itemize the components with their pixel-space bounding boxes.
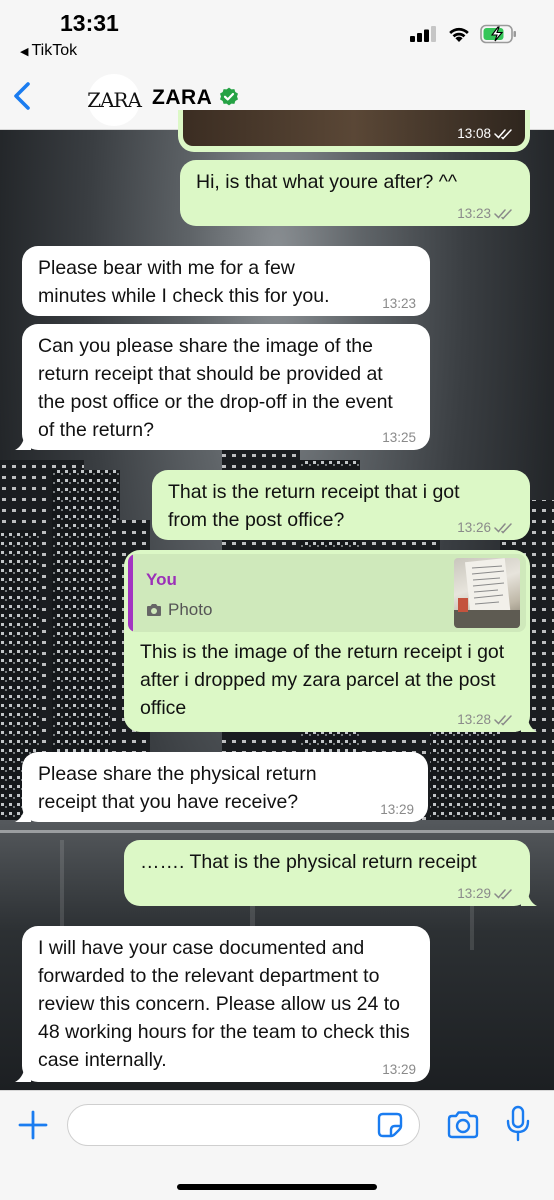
battery-charging-icon [480, 24, 516, 44]
bubble-tail [521, 716, 537, 732]
bubble-tail [521, 890, 537, 906]
message-time: 13:29 [457, 886, 514, 902]
message-text: Please bear with me for a few minutes wh… [38, 257, 330, 307]
message-bubble-image[interactable]: 13:08 [178, 110, 530, 152]
wifi-icon [449, 27, 469, 42]
message-bubble-incoming[interactable]: Can you please share the image of the re… [15, 324, 430, 450]
quoted-reply[interactable]: You Photo [128, 554, 526, 632]
quoted-photo-thumbnail [454, 558, 520, 628]
message-text: I will have your case documented and for… [38, 937, 410, 1071]
bubble-tail [15, 806, 31, 822]
message-time: 13:23 [382, 296, 416, 311]
bubble-tail [15, 1066, 31, 1082]
camera-icon[interactable] [446, 1109, 480, 1141]
quoted-author: You [146, 570, 177, 589]
message-bubble-outgoing[interactable]: ……. That is the physical return receipt … [124, 840, 537, 906]
camera-icon [147, 604, 161, 616]
back-to-app-link[interactable]: ◀ TikTok [20, 42, 77, 60]
sticker-icon[interactable] [376, 1111, 404, 1139]
message-text: That is the return receipt that i got fr… [168, 481, 460, 531]
back-triangle-icon: ◀ [20, 46, 29, 58]
quoted-kind-label: Photo [168, 600, 213, 619]
message-time: 13:29 [382, 1062, 416, 1077]
message-text: ……. That is the physical return receipt [140, 851, 477, 873]
plus-icon[interactable] [17, 1109, 49, 1141]
message-time: 13:08 [457, 126, 514, 142]
message-text: This is the image of the return receipt … [140, 641, 505, 719]
message-bubble-outgoing[interactable]: That is the return receipt that i got fr… [152, 470, 530, 540]
contact-avatar[interactable]: ZARA [87, 74, 142, 126]
bubble-tail [15, 434, 31, 450]
verified-badge-icon [220, 87, 238, 106]
message-input[interactable] [67, 1104, 420, 1146]
double-check-icon [494, 889, 512, 900]
quoted-kind: Photo [146, 596, 212, 624]
message-text: Can you please share the image of the re… [38, 335, 393, 441]
message-time: 13:29 [380, 802, 414, 817]
message-bubble-outgoing-reply[interactable]: You Photo This is the image of the retur… [124, 550, 537, 732]
double-check-icon [494, 715, 512, 726]
double-check-icon [494, 209, 512, 220]
message-bubble-outgoing[interactable]: Hi, is that what youre after? ^^ 13:23 [180, 160, 530, 226]
double-check-icon [494, 523, 512, 534]
message-bubble-incoming[interactable]: Please bear with me for a few minutes wh… [22, 246, 430, 316]
cellular-signal-icon [410, 26, 436, 42]
back-app-label: TikTok [31, 42, 78, 59]
status-time: 13:31 [60, 10, 119, 36]
message-text: Please share the physical return receipt… [38, 763, 317, 813]
double-check-icon [494, 129, 512, 140]
quote-bar [128, 554, 133, 632]
message-time: 13:23 [457, 206, 514, 222]
back-chevron-icon[interactable] [8, 78, 38, 114]
home-indicator[interactable] [177, 1184, 377, 1190]
microphone-icon[interactable] [505, 1105, 531, 1143]
message-time: 13:28 [457, 712, 514, 728]
message-text: Hi, is that what youre after? ^^ [196, 171, 458, 193]
message-time: 13:25 [382, 430, 416, 445]
status-bar: 13:31 ◀ TikTok [0, 0, 554, 68]
contact-name[interactable]: ZARA [152, 86, 212, 110]
message-time: 13:26 [457, 520, 514, 536]
message-bubble-incoming[interactable]: I will have your case documented and for… [15, 926, 430, 1082]
message-bubble-incoming[interactable]: Please share the physical return receipt… [15, 752, 428, 822]
